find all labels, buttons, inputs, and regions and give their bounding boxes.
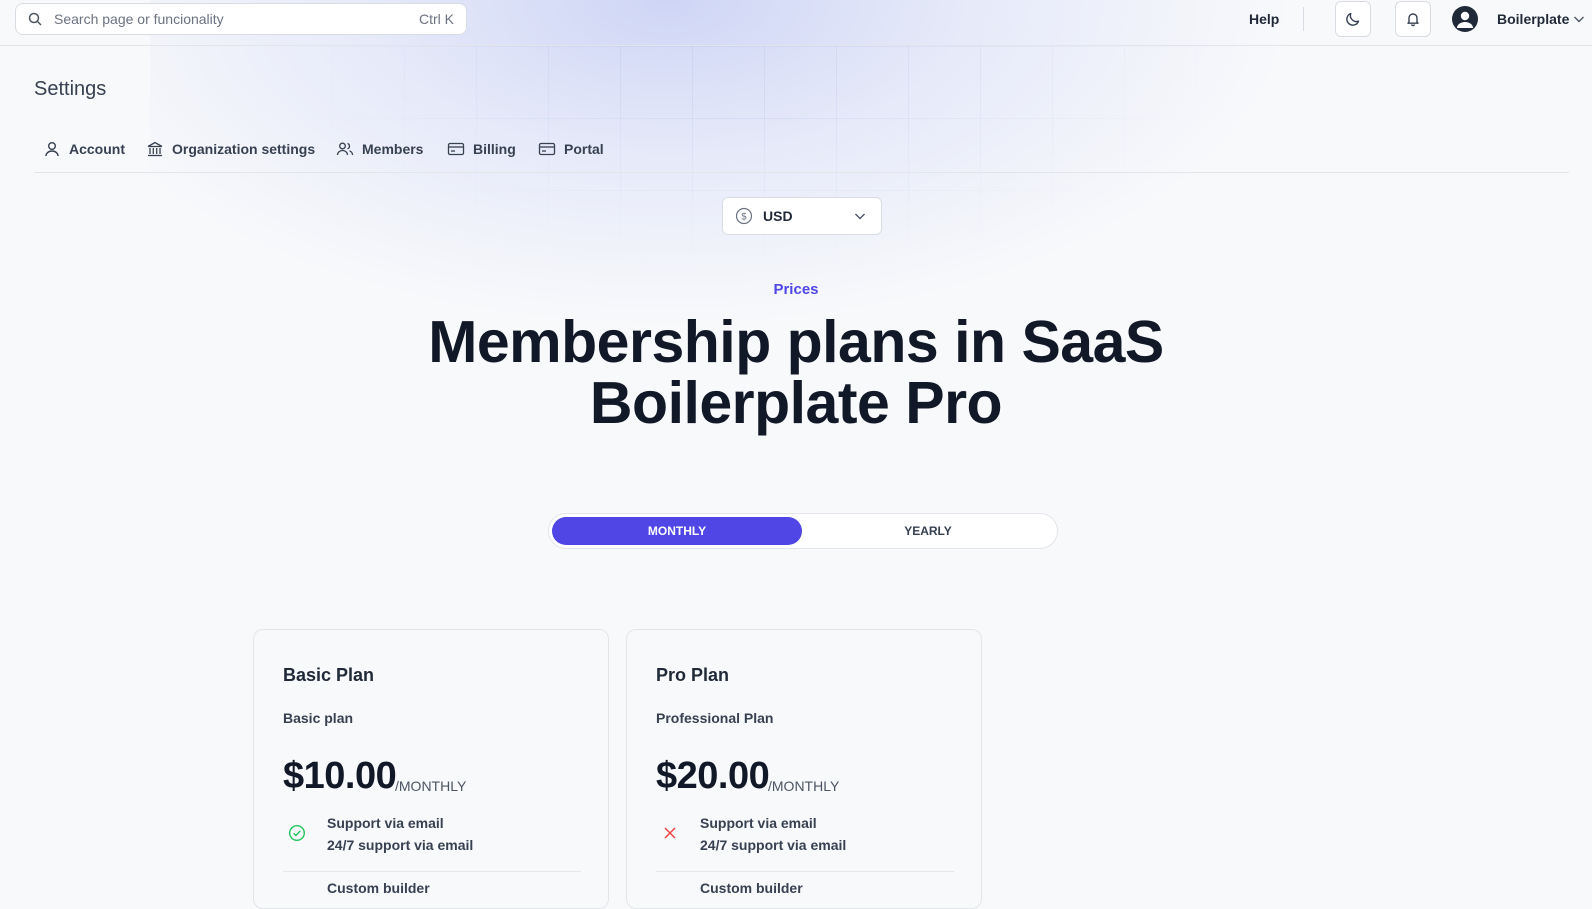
plan-period: /MONTHLY xyxy=(768,778,840,794)
tab-label: Portal xyxy=(564,141,604,157)
yearly-option[interactable]: YEARLY xyxy=(803,517,1053,545)
section-eyebrow: Prices xyxy=(773,281,819,298)
users-icon xyxy=(336,142,354,156)
plan-price: $20.00 xyxy=(656,755,770,797)
check-circle-icon xyxy=(288,824,306,842)
x-icon xyxy=(661,824,679,842)
plan-card-pro: Pro Plan Professional Plan $20.00 /MONTH… xyxy=(626,629,982,909)
feature-title: Support via email xyxy=(700,815,817,831)
top-bar: Search page or funcionality Ctrl K Help … xyxy=(0,0,1592,46)
chevron-down-icon xyxy=(853,209,867,223)
help-link[interactable]: Help xyxy=(1249,11,1279,27)
currency-select[interactable]: $ USD xyxy=(722,197,882,235)
building-icon xyxy=(147,141,163,157)
headline-line: Boilerplate Pro xyxy=(589,370,1003,436)
plan-description: Basic plan xyxy=(283,710,354,726)
settings-tabs: Account Organization settings Members Bi… xyxy=(34,138,1569,173)
billing-period-toggle: MONTHLY YEARLY xyxy=(548,513,1058,549)
search-icon xyxy=(28,12,42,26)
feature-title: Custom builder xyxy=(327,880,430,896)
tab-label: Account xyxy=(69,141,125,157)
tab-label: Organization settings xyxy=(172,141,316,157)
feature-subtitle: 24/7 support via email xyxy=(700,837,847,853)
feature-subtitle: 24/7 support via email xyxy=(327,837,474,853)
bell-icon xyxy=(1405,11,1421,27)
search-shortcut: Ctrl K xyxy=(419,11,454,27)
tab-label: Members xyxy=(362,141,424,157)
user-menu-name[interactable]: Boilerplate xyxy=(1497,11,1569,27)
plan-name: Pro Plan xyxy=(656,665,730,685)
chevron-down-icon[interactable] xyxy=(1572,12,1586,31)
tab-organization-settings[interactable]: Organization settings xyxy=(146,140,315,158)
plan-description: Professional Plan xyxy=(656,710,774,726)
moon-icon xyxy=(1345,11,1361,27)
page-title: Settings xyxy=(34,78,107,100)
svg-text:$: $ xyxy=(741,212,747,223)
search-placeholder: Search page or funcionality xyxy=(54,11,224,27)
feature-title: Support via email xyxy=(327,815,444,831)
currency-value: USD xyxy=(763,208,793,224)
plan-card-basic: Basic Plan Basic plan $10.00 /MONTHLY Su… xyxy=(253,629,609,909)
dollar-circle-icon: $ xyxy=(735,207,753,225)
tab-account[interactable]: Account xyxy=(43,140,125,158)
plan-name: Basic Plan xyxy=(283,665,375,685)
notifications-button[interactable] xyxy=(1395,1,1431,37)
page-headline: Membership plans in SaaS Boilerplate Pro xyxy=(396,312,1196,434)
divider xyxy=(1303,7,1304,31)
credit-card-icon xyxy=(538,142,556,156)
headline-line: Membership plans in SaaS xyxy=(428,309,1164,375)
theme-toggle-button[interactable] xyxy=(1335,1,1371,37)
user-icon xyxy=(45,142,59,157)
monthly-option[interactable]: MONTHLY xyxy=(552,517,802,545)
divider xyxy=(656,871,954,872)
avatar[interactable] xyxy=(1452,6,1478,32)
credit-card-icon xyxy=(447,142,465,156)
feature-title: Custom builder xyxy=(700,880,803,896)
search-input[interactable]: Search page or funcionality Ctrl K xyxy=(15,3,467,35)
tab-label: Billing xyxy=(473,141,516,157)
tab-members[interactable]: Members xyxy=(336,140,423,158)
plan-period: /MONTHLY xyxy=(395,778,467,794)
plan-price: $10.00 xyxy=(283,755,397,797)
divider xyxy=(283,871,581,872)
tab-portal[interactable]: Portal xyxy=(538,140,604,158)
tab-billing[interactable]: Billing xyxy=(447,140,516,158)
